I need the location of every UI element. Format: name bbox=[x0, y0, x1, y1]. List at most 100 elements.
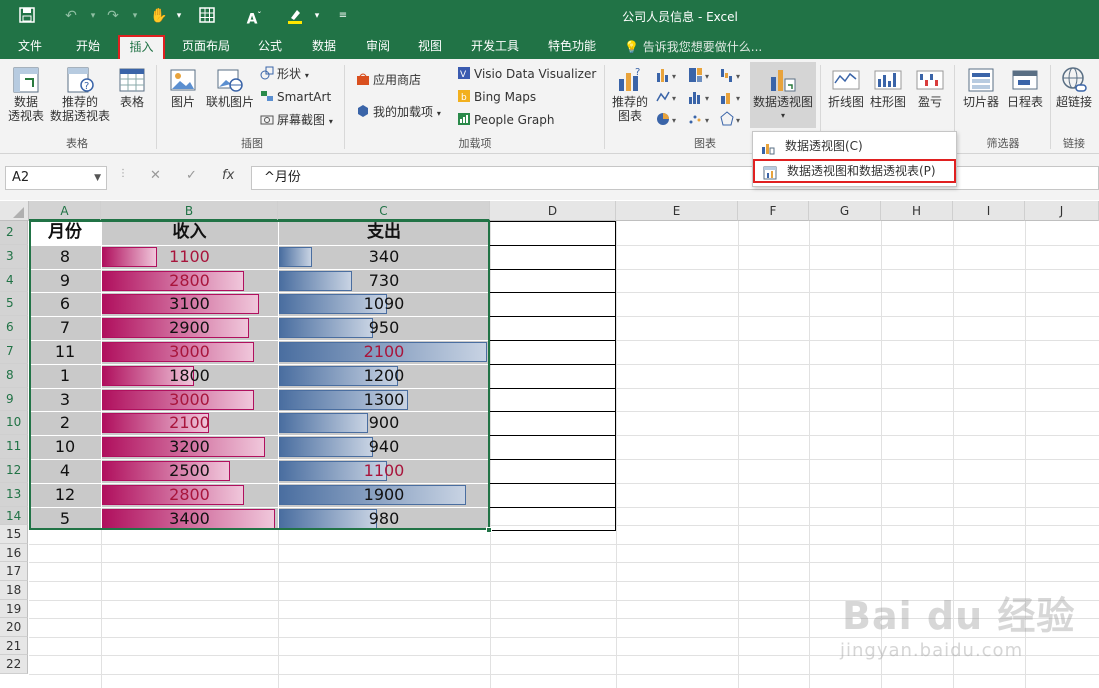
tell-me-search[interactable]: 💡 告诉我您想要做什么... bbox=[624, 38, 762, 55]
column-header-a[interactable]: A bbox=[29, 201, 101, 221]
hierarchy-chart-icon[interactable]: ▾ bbox=[688, 67, 714, 86]
tab-developer[interactable]: 开发工具 bbox=[464, 35, 526, 59]
pivot-table-button[interactable]: 数据 透视表 bbox=[4, 65, 48, 123]
pie-chart-icon[interactable]: ▾ bbox=[656, 111, 682, 130]
cancel-entry-button[interactable]: ✕ bbox=[150, 168, 161, 183]
tab-special-features[interactable]: 特色功能 bbox=[542, 35, 602, 59]
column-header-h[interactable]: H bbox=[881, 201, 953, 221]
row-header-22[interactable]: 22 bbox=[0, 655, 28, 674]
save-icon[interactable] bbox=[18, 7, 36, 25]
column-chart-icon[interactable]: ▾ bbox=[656, 67, 682, 86]
sparkline-line-button[interactable]: 折线图 bbox=[826, 65, 866, 109]
pivot-chart-button[interactable]: 数据透视图 ▾ bbox=[750, 65, 816, 123]
row-header-3[interactable]: 3 bbox=[0, 244, 28, 269]
column-header-i[interactable]: I bbox=[953, 201, 1025, 221]
stat-chart-icon[interactable]: ▾ bbox=[688, 89, 714, 108]
slicer-button[interactable]: 切片器 bbox=[960, 65, 1002, 109]
combo-chart-icon[interactable]: ▾ bbox=[720, 89, 746, 108]
row-header-17[interactable]: 17 bbox=[0, 562, 28, 581]
tab-data[interactable]: 数据 bbox=[302, 35, 346, 59]
screenshot-button[interactable]: 屏幕截图 ▾ bbox=[260, 111, 333, 129]
my-addins-button[interactable]: 我的加载项 ▾ bbox=[356, 103, 441, 121]
highlight-color-icon[interactable] bbox=[286, 7, 304, 25]
row-header-14[interactable]: 14 bbox=[0, 506, 28, 526]
pivot-table-label-2: 透视表 bbox=[7, 109, 44, 123]
row-header-8[interactable]: 8 bbox=[0, 363, 28, 388]
chevron-down-icon[interactable]: ▼ bbox=[94, 167, 101, 189]
ribbon-separator bbox=[604, 65, 605, 149]
undo-dropdown-icon[interactable]: ▾ bbox=[84, 7, 102, 25]
sparkline-winloss-button[interactable]: 盈亏 bbox=[910, 65, 950, 109]
row-header-15[interactable]: 15 bbox=[0, 525, 28, 544]
column-header-d[interactable]: D bbox=[490, 201, 616, 221]
row-header-18[interactable]: 18 bbox=[0, 581, 28, 600]
row-header-7[interactable]: 7 bbox=[0, 340, 28, 364]
recommended-pivot-button[interactable]: ? 推荐的 数据透视表 bbox=[50, 65, 110, 123]
row-header-16[interactable]: 16 bbox=[0, 543, 28, 563]
picture-button[interactable]: 图片 bbox=[164, 65, 202, 109]
table-grid-icon[interactable] bbox=[198, 7, 216, 25]
row-header-19[interactable]: 19 bbox=[0, 599, 28, 619]
scatter-chart-icon[interactable]: ▾ bbox=[688, 111, 714, 130]
row-header-6[interactable]: 6 bbox=[0, 316, 28, 340]
column-header-j[interactable]: J bbox=[1025, 201, 1099, 221]
hyperlink-button[interactable]: 超链接 bbox=[1054, 65, 1094, 109]
touch-dropdown-icon[interactable]: ▾ bbox=[170, 7, 188, 25]
timeline-button[interactable]: 日程表 bbox=[1004, 65, 1046, 109]
online-picture-button[interactable]: 联机图片 bbox=[204, 65, 256, 109]
smartart-button[interactable]: SmartArt bbox=[260, 88, 331, 106]
formula-input[interactable]: ^月份 bbox=[251, 166, 1099, 190]
menu-item-pivot-chart[interactable]: 数据透视图(C) bbox=[753, 134, 956, 158]
radar-chart-icon[interactable]: ▾ bbox=[720, 111, 746, 130]
shapes-button[interactable]: 形状 ▾ bbox=[260, 65, 309, 83]
row-header-20[interactable]: 20 bbox=[0, 618, 28, 637]
column-header-b[interactable]: B bbox=[101, 201, 278, 221]
tab-review[interactable]: 审阅 bbox=[356, 35, 400, 59]
highlight-dropdown-icon[interactable]: ▾ bbox=[308, 7, 326, 25]
redo-dropdown-icon[interactable]: ▾ bbox=[126, 7, 144, 25]
confirm-entry-button[interactable]: ✓ bbox=[186, 168, 197, 183]
row-header-13[interactable]: 13 bbox=[0, 482, 28, 507]
font-size-icon[interactable]: Aˇ bbox=[245, 7, 263, 28]
tab-home[interactable]: 开始 bbox=[66, 35, 110, 59]
pivot-chart-small-icon bbox=[761, 139, 775, 155]
bing-maps-button[interactable]: b Bing Maps bbox=[457, 88, 536, 106]
column-header-g[interactable]: G bbox=[809, 201, 881, 221]
fill-handle[interactable] bbox=[486, 527, 492, 534]
pivot-table-label-1: 数据 bbox=[13, 95, 38, 109]
name-box[interactable]: A2 ▼ bbox=[5, 166, 107, 190]
column-header-f[interactable]: F bbox=[738, 201, 809, 221]
tab-page-layout[interactable]: 页面布局 bbox=[176, 35, 236, 59]
row-header-10[interactable]: 10 bbox=[0, 411, 28, 436]
undo-icon[interactable]: ↶ bbox=[62, 7, 80, 25]
insert-function-button[interactable]: fx bbox=[222, 168, 234, 183]
store-button[interactable]: 应用商店 bbox=[356, 71, 421, 89]
row-header-4[interactable]: 4 bbox=[0, 268, 28, 293]
chevron-down-icon: ▾ bbox=[304, 71, 309, 80]
customize-toolbar-icon[interactable]: ≡ bbox=[334, 7, 352, 25]
row-header-2[interactable]: 2 bbox=[0, 221, 28, 245]
menu-item-pivot-chart-and-table-label: 数据透视图和数据透视表(P) bbox=[787, 164, 936, 178]
tab-formulas[interactable]: 公式 bbox=[248, 35, 292, 59]
tab-file[interactable]: 文件 bbox=[10, 35, 50, 59]
row-header-11[interactable]: 11 bbox=[0, 435, 28, 459]
tab-insert[interactable]: 插入 bbox=[118, 35, 165, 59]
row-header-5[interactable]: 5 bbox=[0, 292, 28, 317]
people-graph-button[interactable]: People Graph bbox=[457, 111, 555, 129]
row-header-12[interactable]: 12 bbox=[0, 459, 28, 483]
menu-item-pivot-chart-and-table[interactable]: 数据透视图和数据透视表(P) bbox=[753, 159, 956, 183]
table-button[interactable]: 表格 bbox=[114, 65, 150, 109]
touch-mode-icon[interactable]: ✋ bbox=[150, 7, 168, 25]
select-all-corner[interactable] bbox=[0, 201, 29, 221]
tab-view[interactable]: 视图 bbox=[408, 35, 452, 59]
waterfall-chart-icon[interactable]: ▾ bbox=[720, 67, 746, 86]
sparkline-column-button[interactable]: 柱形图 bbox=[868, 65, 908, 109]
column-header-e[interactable]: E bbox=[616, 201, 738, 221]
visio-button[interactable]: V Visio Data Visualizer bbox=[457, 65, 596, 83]
row-header-21[interactable]: 21 bbox=[0, 636, 28, 656]
recommended-charts-button[interactable]: ? 推荐的 图表 bbox=[610, 65, 650, 123]
row-header-9[interactable]: 9 bbox=[0, 387, 28, 412]
line-chart-icon[interactable]: ▾ bbox=[656, 89, 682, 108]
redo-icon[interactable]: ↷ bbox=[104, 7, 122, 25]
column-header-c[interactable]: C bbox=[278, 201, 490, 221]
